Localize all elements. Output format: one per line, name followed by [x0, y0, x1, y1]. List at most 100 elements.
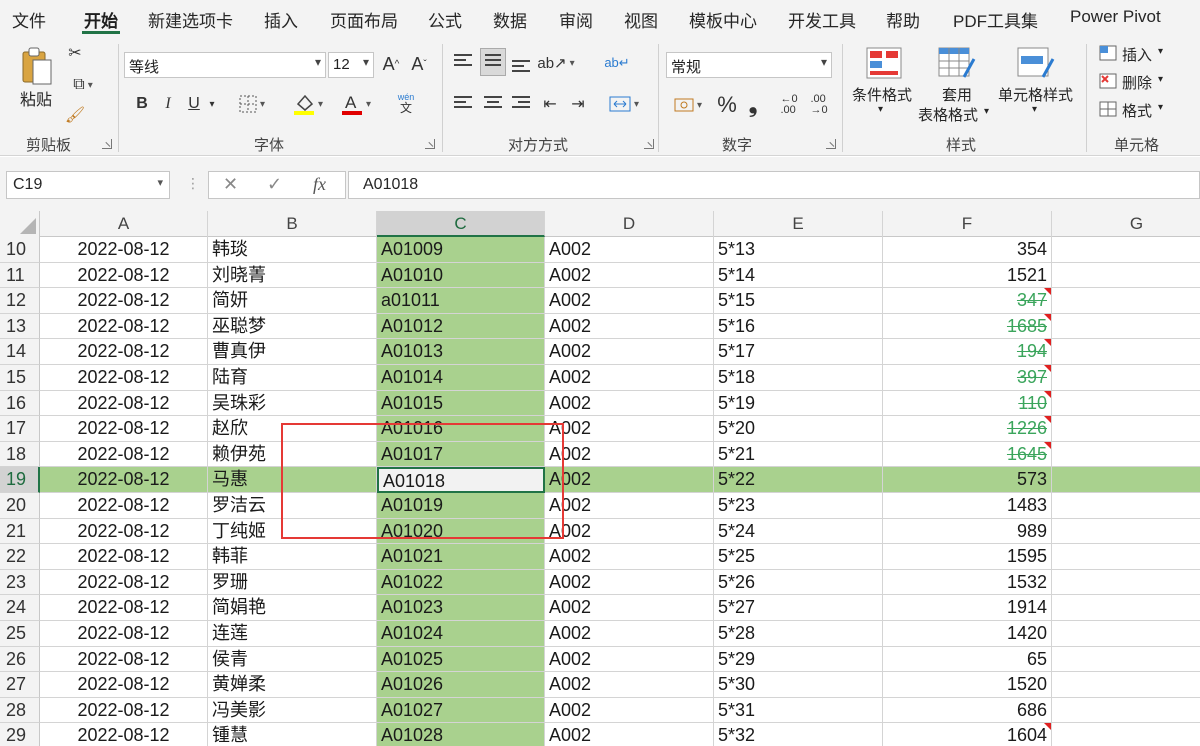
cell-amount[interactable]: 686	[883, 697, 1052, 724]
cell-empty[interactable]	[1052, 365, 1200, 391]
comment-indicator-icon[interactable]	[1044, 390, 1051, 398]
font-launcher-icon[interactable]	[425, 139, 435, 149]
shrink-font-button[interactable]: Aˇ	[408, 52, 430, 76]
row-header[interactable]: 11	[0, 262, 40, 289]
chevron-down-icon[interactable]: ▾	[204, 92, 220, 116]
tab-insert[interactable]: 插入	[264, 7, 298, 32]
row-header[interactable]: 27	[0, 672, 40, 698]
cell-code[interactable]: a01011	[377, 288, 545, 314]
cell-code[interactable]: A01025	[377, 646, 545, 673]
cell-amount[interactable]: 1532	[883, 569, 1052, 596]
column-header-g[interactable]: G	[1052, 211, 1200, 237]
cell-date[interactable]: 2022-08-12	[40, 518, 208, 545]
row-header[interactable]: 10	[0, 237, 40, 263]
cell-empty[interactable]	[1052, 621, 1200, 647]
align-bottom-icon[interactable]	[512, 60, 530, 76]
cell-empty[interactable]	[1052, 314, 1200, 340]
align-right-icon[interactable]	[512, 96, 530, 112]
row-header[interactable]: 26	[0, 646, 40, 673]
cell-date[interactable]: 2022-08-12	[40, 313, 208, 340]
tab-pdf-tools[interactable]: PDF工具集	[953, 7, 1038, 32]
cell-group[interactable]: A002	[545, 288, 714, 314]
cell-date[interactable]: 2022-08-12	[40, 262, 208, 289]
cell-group[interactable]: A002	[545, 621, 714, 647]
decrease-indent-icon[interactable]: ⇤	[540, 94, 560, 114]
tab-home[interactable]: 开始	[82, 7, 120, 34]
format-cells-button[interactable]: 格式	[1122, 100, 1152, 121]
cell-group[interactable]: A002	[545, 390, 714, 417]
merge-center-icon[interactable]: ▾	[604, 92, 644, 116]
column-header-d[interactable]: D	[545, 211, 714, 237]
cell-name[interactable]: 黄婵柔	[208, 672, 377, 698]
cell-code[interactable]: A01024	[377, 621, 545, 647]
font-name-combo[interactable]: 等线 ▾	[124, 52, 326, 78]
row-header[interactable]: 29	[0, 723, 40, 746]
comment-indicator-icon[interactable]	[1044, 441, 1051, 449]
cell-group[interactable]: A002	[545, 441, 714, 468]
active-cell[interactable]: A01018	[377, 467, 545, 493]
cell-amount[interactable]: 1226	[883, 416, 1052, 442]
cell-empty[interactable]	[1052, 698, 1200, 724]
cell-name[interactable]: 侯青	[208, 646, 377, 673]
row-header[interactable]: 24	[0, 595, 40, 621]
cell-amount[interactable]: 1914	[883, 595, 1052, 621]
comment-indicator-icon[interactable]	[1044, 339, 1051, 347]
row-header[interactable]: 25	[0, 621, 40, 647]
font-color-icon[interactable]: A ▾	[336, 90, 376, 118]
cell-code[interactable]: A01021	[377, 544, 545, 570]
cell-name[interactable]: 锺慧	[208, 723, 377, 746]
cell-group[interactable]: A002	[545, 493, 714, 519]
cell-code[interactable]: A01014	[377, 365, 545, 391]
row-header[interactable]: 21	[0, 518, 40, 545]
number-launcher-icon[interactable]	[826, 139, 836, 149]
align-left-icon[interactable]	[454, 96, 472, 112]
tab-data[interactable]: 数据	[493, 7, 527, 32]
align-middle-icon[interactable]	[480, 48, 506, 76]
cell-spec[interactable]: 5*25	[714, 544, 883, 570]
cell-name[interactable]: 巫聪梦	[208, 313, 377, 340]
tab-view[interactable]: 视图	[624, 7, 658, 32]
cell-group[interactable]: A002	[545, 237, 714, 263]
tab-formulas[interactable]: 公式	[428, 7, 462, 32]
column-header-c[interactable]: C	[377, 211, 545, 237]
accounting-format-icon[interactable]: ▾	[668, 94, 708, 116]
cell-amount[interactable]: 1420	[883, 621, 1052, 647]
insert-function-icon[interactable]: fx	[313, 174, 326, 195]
cell-date[interactable]: 2022-08-12	[40, 672, 208, 698]
fill-color-icon[interactable]: ▾	[288, 90, 328, 118]
cell-empty[interactable]	[1052, 442, 1200, 468]
comma-button[interactable]: ❟	[744, 92, 762, 118]
cell-spec[interactable]: 5*26	[714, 569, 883, 596]
row-header[interactable]: 28	[0, 697, 40, 724]
cell-code[interactable]: A01017	[377, 441, 545, 468]
row-header[interactable]: 16	[0, 390, 40, 417]
cell-spec[interactable]: 5*23	[714, 493, 883, 519]
font-size-combo[interactable]: 12 ▾	[328, 52, 374, 78]
paste-button[interactable]: 粘贴	[20, 86, 52, 110]
column-header-f[interactable]: F	[883, 211, 1052, 237]
cell-group[interactable]: A002	[545, 365, 714, 391]
tab-template-center[interactable]: 模板中心	[689, 7, 757, 32]
tab-power-pivot[interactable]: Power Pivot	[1070, 7, 1161, 27]
cell-group[interactable]: A002	[545, 518, 714, 545]
align-center-icon[interactable]	[484, 96, 502, 112]
cell-date[interactable]: 2022-08-12	[40, 288, 208, 314]
cell-amount[interactable]: 1595	[883, 544, 1052, 570]
cell-amount[interactable]: 354	[883, 237, 1052, 263]
tab-new[interactable]: 新建选项卡	[148, 7, 233, 32]
cell-name[interactable]: 冯美影	[208, 697, 377, 724]
name-box[interactable]: C19 ▾	[6, 171, 170, 199]
cell-amount[interactable]: 573	[883, 467, 1052, 493]
cell-group[interactable]: A002	[545, 313, 714, 340]
underline-button[interactable]: U	[184, 92, 204, 116]
cell-group[interactable]: A002	[545, 672, 714, 698]
insert-cells-button[interactable]: 插入	[1122, 44, 1152, 65]
cell-amount[interactable]: 65	[883, 646, 1052, 673]
cell-date[interactable]: 2022-08-12	[40, 390, 208, 417]
cell-empty[interactable]	[1052, 595, 1200, 621]
cell-date[interactable]: 2022-08-12	[40, 467, 208, 493]
cell-date[interactable]: 2022-08-12	[40, 595, 208, 621]
cell-code[interactable]: A01022	[377, 569, 545, 596]
cell-name[interactable]: 简妍	[208, 288, 377, 314]
cut-icon[interactable]: ✂	[64, 42, 86, 64]
